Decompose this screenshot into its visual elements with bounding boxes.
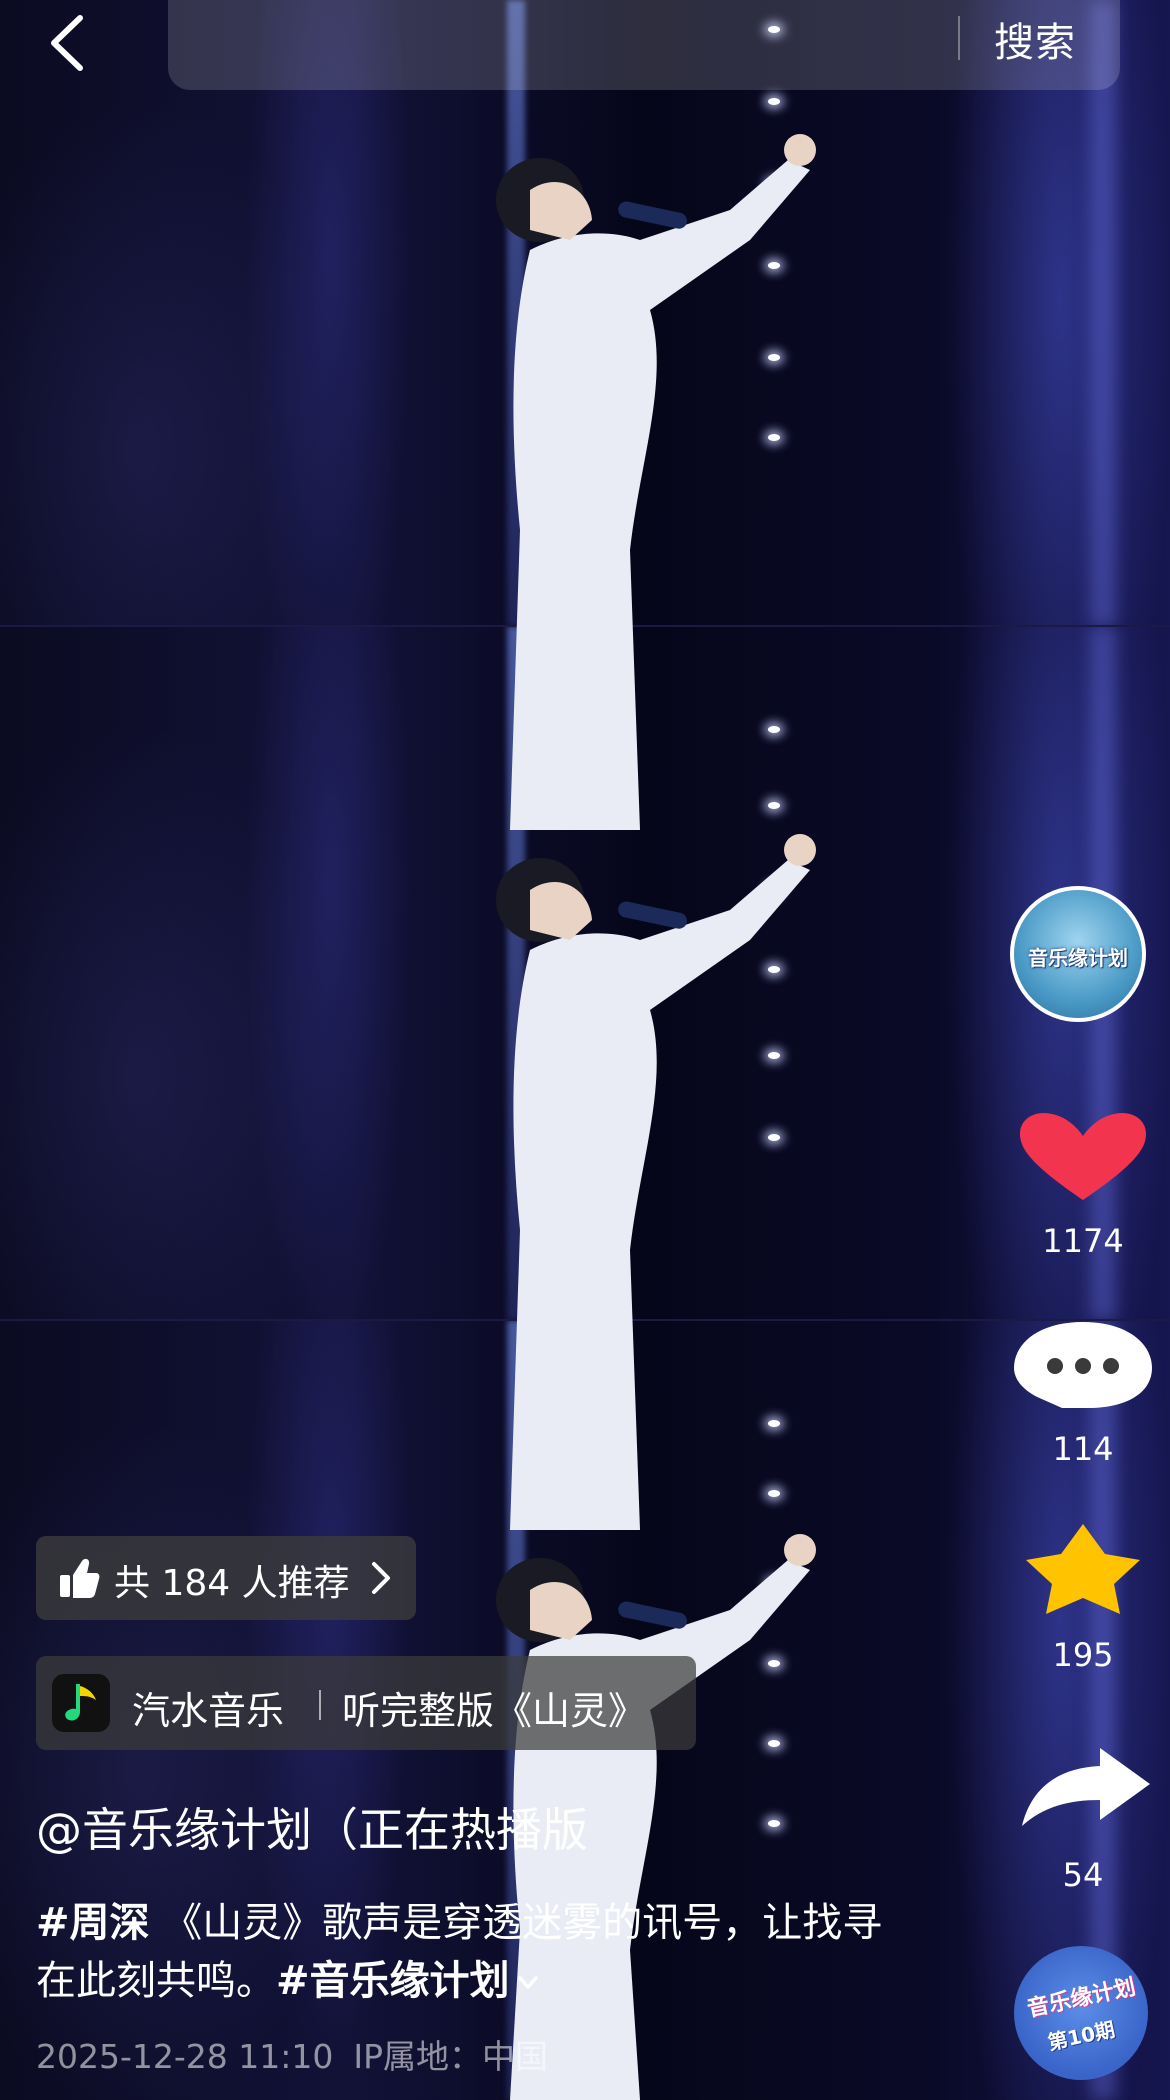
music-full-song-link[interactable]: 听完整版《山灵》 — [342, 1680, 646, 1735]
favorite-count: 195 — [1052, 1636, 1114, 1674]
author-name[interactable]: @音乐缘计划（正在热播版 — [36, 1794, 588, 1860]
recommend-pill[interactable]: 共 184 人推荐 — [36, 1536, 416, 1620]
music-disc[interactable]: 音乐缘计划 第10期 — [1014, 1946, 1148, 2080]
hashtag-link[interactable]: #音乐缘计划 — [276, 1958, 510, 2004]
back-arrow-icon[interactable] — [44, 14, 94, 72]
video-player[interactable] — [0, 0, 1170, 2100]
search-divider — [958, 16, 960, 60]
comment-bubble-icon[interactable] — [1000, 1318, 1166, 1412]
ip-location: IP属地：中国 — [353, 2037, 549, 2076]
account-avatar[interactable]: 音乐缘计划 — [1010, 886, 1146, 1022]
thumbs-up-icon — [60, 1558, 100, 1598]
share-arrow-icon[interactable] — [1000, 1744, 1166, 1828]
music-app-name: 汽水音乐 — [132, 1689, 285, 1733]
singer-figure — [496, 134, 816, 830]
favorite-star-icon[interactable] — [1000, 1522, 1166, 1614]
hashtag-link[interactable]: #周深 — [36, 1900, 150, 1946]
like-heart-icon[interactable] — [1000, 1112, 1166, 1204]
action-rail: 音乐缘计划 1174 114 195 54 音乐缘计划 第10期 — [1000, 0, 1170, 2100]
comment-count: 114 — [1052, 1430, 1114, 1468]
post-meta: 2025-12-28 11:10 IP属地：中国 — [36, 2030, 568, 2078]
music-link-pill[interactable]: 汽水音乐 听完整版《山灵》 — [36, 1656, 696, 1750]
music-divider — [319, 1690, 321, 1720]
chevron-right-icon — [372, 1562, 390, 1594]
like-count: 1174 — [1042, 1222, 1124, 1260]
post-description: #周深 《山灵》歌声是穿透迷雾的讯号，让找寻在此刻共鸣。#音乐缘计划 — [36, 1894, 906, 2010]
share-count: 54 — [1062, 1856, 1104, 1894]
expand-chevron-icon[interactable] — [516, 1974, 540, 1992]
post-date: 2025-12-28 11:10 — [36, 2037, 334, 2076]
singer-figure — [496, 834, 816, 1530]
music-app-icon — [52, 1674, 110, 1732]
search-input[interactable]: 搜索 — [168, 0, 1120, 90]
recommend-label: 共 184 人推荐 — [114, 1563, 350, 1604]
avatar-logo-text: 音乐缘计划 — [1028, 946, 1128, 970]
